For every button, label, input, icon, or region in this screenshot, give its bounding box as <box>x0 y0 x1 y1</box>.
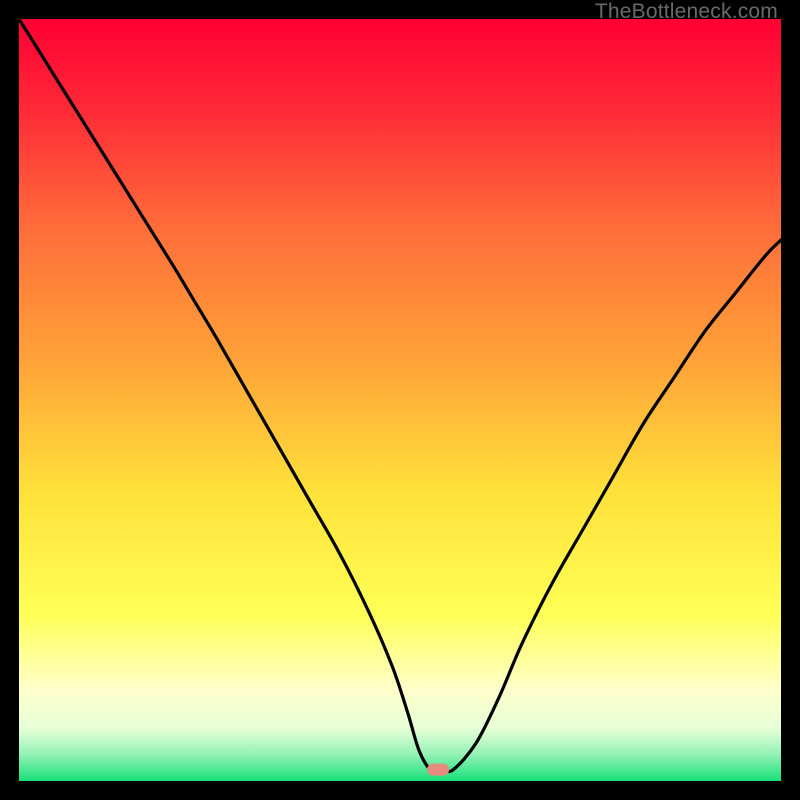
chart-frame <box>19 19 781 781</box>
watermark-text: TheBottleneck.com <box>595 0 778 24</box>
bottleneck-chart <box>19 19 781 781</box>
min-point-marker <box>427 764 449 776</box>
gradient-background <box>19 19 781 781</box>
